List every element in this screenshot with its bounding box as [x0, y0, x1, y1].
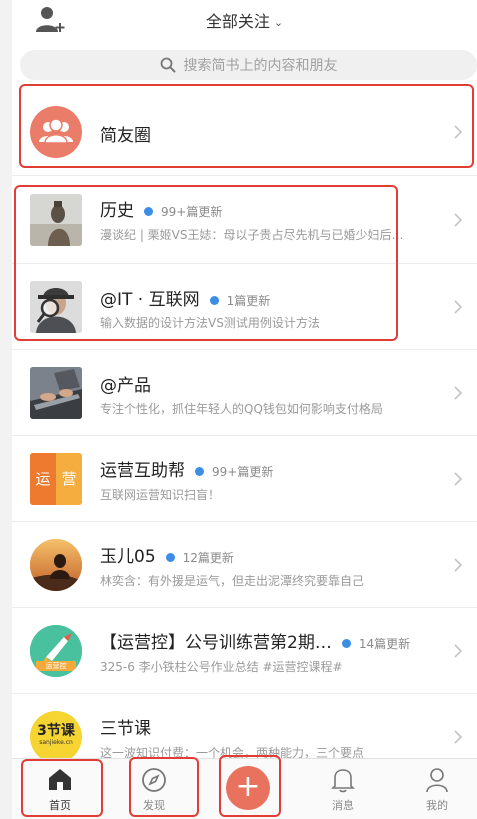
compass-icon	[142, 768, 166, 792]
follow-list: 简友圈 历史 99+篇更新 漫谈纪 | 栗姬VS王娡：母以子贵占尽先机与已婚少妇后…	[12, 88, 477, 780]
list-item-subtitle: 专注个性化，抓住年轻人的QQ钱包如何影响支付格局	[100, 402, 383, 416]
chevron-down-icon: ⌄	[273, 16, 284, 29]
list-item[interactable]: @IT · 互联网 1篇更新 输入数据的设计方法VS测试用例设计方法	[12, 264, 477, 350]
search-icon	[160, 57, 175, 73]
update-dot	[165, 552, 175, 562]
tab-discover-label: 发现	[143, 799, 165, 812]
avatar-text-right: 营	[56, 452, 82, 505]
update-badge: 1篇更新	[209, 292, 270, 309]
tab-create[interactable]: +	[208, 759, 288, 819]
tab-profile-label: 我的	[426, 799, 448, 812]
list-item[interactable]: 运营控 【运营控】公号训练营第2期… 14篇更新 325-6 李小铁柱公号作业总结…	[12, 608, 477, 694]
chevron-right-icon	[454, 729, 463, 744]
search-input[interactable]: 搜索简书上的内容和朋友	[20, 50, 477, 80]
update-dot	[144, 206, 153, 216]
list-item-name: 历史 99+篇更新	[100, 201, 223, 221]
avatar	[30, 538, 82, 591]
update-dot	[209, 295, 219, 305]
avatar	[30, 280, 82, 333]
list-item[interactable]: 玉儿05 12篇更新 林奕含：有外援是运气，但走出泥潭终究要靠自己	[12, 522, 477, 608]
list-item-name: 【运营控】公号训练营第2期… 14篇更新	[100, 633, 411, 653]
update-badge: 99+篇更新	[195, 463, 273, 480]
list-item-name: 三节课	[100, 719, 151, 739]
person-icon	[426, 768, 448, 793]
plus-icon: +	[226, 766, 270, 810]
list-item[interactable]: @产品 专注个性化，抓住年轻人的QQ钱包如何影响支付格局	[12, 350, 477, 436]
circle-row[interactable]: 简友圈	[12, 88, 477, 176]
list-item-name: @IT · 互联网 1篇更新	[100, 290, 271, 310]
list-item-subtitle: 325-6 李小铁柱公号作业总结 #运营控课程#	[100, 660, 343, 674]
avatar: 运 营	[30, 452, 82, 505]
tab-bar: 首页 发现 + 消息 我的	[12, 758, 477, 819]
update-badge: 99+篇更新	[144, 203, 222, 220]
update-dot	[341, 638, 351, 648]
tab-messages[interactable]: 消息	[303, 759, 383, 819]
group-icon	[30, 105, 82, 158]
list-item-name: @产品	[100, 376, 151, 396]
avatar: 3节课 sanjieke.cn	[30, 710, 82, 763]
chevron-right-icon	[454, 385, 463, 400]
tab-discover[interactable]: 发现	[114, 759, 194, 819]
avatar	[30, 366, 82, 419]
list-item[interactable]: 历史 99+篇更新 漫谈纪 | 栗姬VS王娡：母以子贵占尽先机与已婚少妇后…	[12, 176, 477, 264]
avatar-logo-text: 3节课	[37, 722, 75, 739]
avatar-logo-subtext: sanjieke.cn	[39, 738, 73, 746]
tab-messages-label: 消息	[332, 799, 354, 812]
chevron-right-icon	[454, 557, 463, 572]
list-item-subtitle: 林奕含：有外援是运气，但走出泥潭终究要靠自己	[100, 574, 365, 588]
list-item-name: 玉儿05 12篇更新	[100, 547, 234, 567]
avatar	[30, 193, 82, 246]
update-dot	[195, 466, 204, 476]
list-item[interactable]: 运 营 运营互助帮 99+篇更新 互联网运营知识扫盲！	[12, 436, 477, 522]
search-bar: 搜索简书上的内容和朋友	[12, 48, 477, 82]
chevron-right-icon	[454, 124, 463, 139]
avatar-text-left: 运	[30, 452, 56, 505]
chevron-right-icon	[454, 299, 463, 314]
avatar: 运营控	[30, 624, 82, 677]
home-icon	[49, 769, 71, 790]
avatar-label: 运营控	[36, 660, 76, 671]
list-item-subtitle: 漫谈纪 | 栗姬VS王娡：母以子贵占尽先机与已婚少妇后…	[100, 228, 404, 242]
search-placeholder: 搜索简书上的内容和朋友	[183, 58, 338, 74]
chevron-right-icon	[454, 471, 463, 486]
list-item-subtitle: 互联网运营知识扫盲！	[100, 488, 221, 502]
tab-profile[interactable]: 我的	[397, 759, 477, 819]
header: 全部关注 ⌄	[12, 0, 477, 40]
chevron-right-icon	[454, 212, 463, 227]
page-title-text: 全部关注	[205, 12, 270, 31]
update-badge: 12篇更新	[165, 549, 234, 566]
circle-label: 简友圈	[100, 126, 151, 146]
list-item-name: 运营互助帮 99+篇更新	[100, 461, 274, 481]
tab-home-label: 首页	[49, 799, 71, 812]
chevron-right-icon	[454, 643, 463, 658]
list-item-subtitle: 输入数据的设计方法VS测试用例设计方法	[100, 316, 320, 330]
left-edge	[0, 0, 12, 819]
update-badge: 14篇更新	[341, 635, 410, 652]
tab-home[interactable]: 首页	[20, 759, 100, 819]
page-title[interactable]: 全部关注 ⌄	[12, 8, 477, 32]
bell-icon	[331, 769, 355, 793]
